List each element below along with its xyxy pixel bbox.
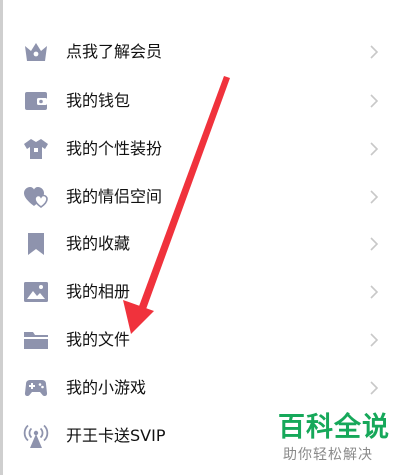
chevron-right-icon [370, 333, 379, 347]
menu-item-label: 我的收藏 [66, 234, 131, 253]
menu-item-label: 我的情侣空间 [66, 187, 163, 206]
menu-item-label: 我的钱包 [66, 91, 131, 110]
menu-item-mini-games[interactable]: 我的小游戏 [0, 364, 401, 412]
menu-item-label: 我的文件 [66, 330, 131, 349]
tshirt-icon [22, 135, 50, 163]
bookmark-icon [22, 230, 50, 258]
menu-item-wallet[interactable]: 我的钱包 [0, 77, 401, 125]
menu-screen: 点我了解会员 我的钱包 我的个性装扮 我的情侣空间 我的收藏 我的相册 我的文件… [0, 0, 401, 475]
menu-item-favorites[interactable]: 我的收藏 [0, 220, 401, 268]
watermark-logo: 百科全说 助你轻松解决 [270, 410, 390, 470]
menu-item-couple-space[interactable]: 我的情侣空间 [0, 173, 401, 221]
chevron-right-icon [370, 237, 379, 251]
chevron-right-icon [370, 381, 379, 395]
menu-item-label: 开王卡送SVIP [66, 426, 166, 445]
photo-icon [22, 278, 50, 306]
menu-item-files[interactable]: 我的文件 [0, 316, 401, 364]
hearts-icon [22, 183, 50, 211]
crown-icon [22, 38, 50, 66]
watermark-subtitle: 助你轻松解决 [283, 447, 373, 463]
chevron-right-icon [370, 45, 379, 59]
menu-item-album[interactable]: 我的相册 [0, 268, 401, 316]
menu-item-label: 点我了解会员 [66, 42, 163, 61]
watermark-title: 百科全说 [278, 412, 390, 443]
menu-item-vip[interactable]: 点我了解会员 [0, 28, 401, 76]
wallet-icon [22, 87, 50, 115]
chevron-right-icon [370, 190, 379, 204]
menu-item-label: 我的相册 [66, 282, 131, 301]
menu-item-label: 我的小游戏 [66, 378, 147, 397]
chevron-right-icon [370, 142, 379, 156]
antenna-icon [22, 422, 50, 450]
chevron-right-icon [370, 285, 379, 299]
gamepad-icon [22, 374, 50, 402]
chevron-right-icon [370, 94, 379, 108]
menu-item-dressup[interactable]: 我的个性装扮 [0, 125, 401, 173]
folder-icon [22, 326, 50, 354]
menu-item-label: 我的个性装扮 [66, 139, 163, 158]
